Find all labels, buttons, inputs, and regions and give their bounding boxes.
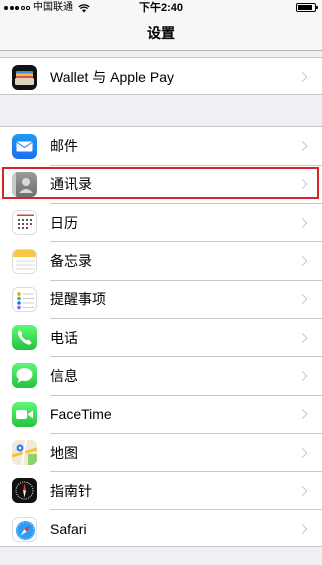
- maps-icon: [12, 440, 37, 466]
- row-label: 地图: [50, 444, 78, 461]
- contacts-icon: [12, 171, 37, 197]
- messages-icon: [12, 363, 37, 389]
- bottom-spacer: [0, 548, 322, 565]
- mail-icon: [12, 133, 37, 159]
- row-calendar[interactable]: 日历: [0, 204, 322, 242]
- nav-bar: 设置: [0, 16, 322, 51]
- row-label: Safari: [50, 521, 87, 538]
- calendar-icon: [12, 210, 37, 236]
- row-messages[interactable]: 信息: [0, 357, 322, 396]
- row-facetime[interactable]: FaceTime: [0, 395, 322, 434]
- status-time: 下午2:40: [138, 2, 184, 14]
- row-contacts[interactable]: 通讯录: [0, 165, 322, 204]
- phone-icon: [12, 325, 37, 351]
- row-label: 电话: [50, 329, 78, 346]
- row-label: 通讯录: [50, 176, 92, 193]
- row-label: 指南针: [50, 482, 92, 499]
- row-compass[interactable]: 指南针: [0, 472, 322, 510]
- row-reminders[interactable]: 提醒事项: [0, 280, 322, 319]
- row-label: 提醒事项: [50, 291, 106, 308]
- row-notes[interactable]: 备忘录: [0, 242, 322, 281]
- settings-group-wallet: Wallet 与 Apple Pay: [0, 57, 322, 95]
- row-label: 日历: [50, 214, 78, 231]
- settings-group-apps: 邮件 通讯录 日历 备忘录 提醒事项 电话 信息 FaceTime 地图 指南针…: [0, 126, 322, 547]
- status-bar: 中国联通 下午2:40: [0, 0, 322, 16]
- row-label: 邮件: [50, 138, 78, 155]
- notes-icon: [12, 248, 37, 274]
- safari-icon: [12, 516, 37, 542]
- wallet-icon: [12, 64, 37, 90]
- row-phone[interactable]: 电话: [0, 318, 322, 357]
- facetime-icon: [12, 401, 37, 427]
- row-safari[interactable]: Safari: [0, 510, 322, 548]
- reminders-icon: [12, 286, 37, 312]
- row-wallet[interactable]: Wallet 与 Apple Pay: [0, 58, 322, 96]
- settings-screen: 中国联通 下午2:40 设置 Wallet 与 Apple Pay 邮件 通讯录…: [0, 0, 322, 565]
- page-title: 设置: [147, 25, 175, 41]
- row-label: 备忘录: [50, 253, 92, 270]
- row-mail[interactable]: 邮件: [0, 127, 322, 166]
- row-maps[interactable]: 地图: [0, 433, 322, 472]
- row-label: 信息: [50, 367, 78, 384]
- row-label: FaceTime: [50, 406, 112, 423]
- battery-icon: [296, 3, 318, 12]
- row-label: Wallet 与 Apple Pay: [50, 69, 174, 85]
- compass-icon: [12, 478, 37, 504]
